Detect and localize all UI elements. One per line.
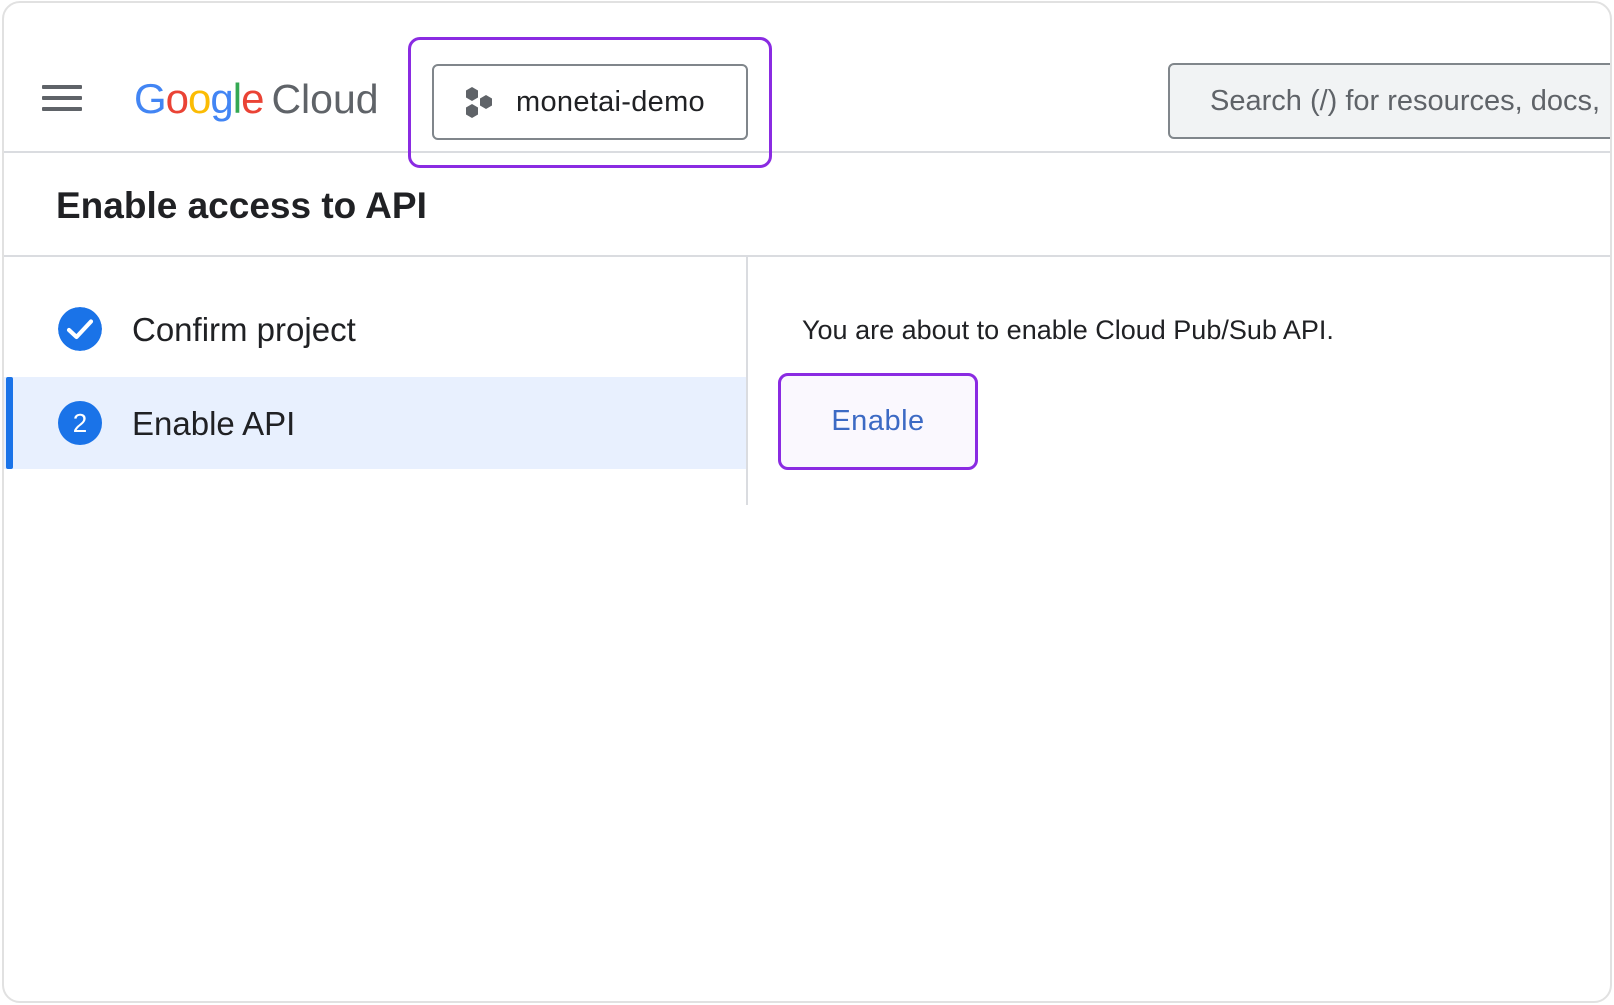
hamburger-icon-line [42,107,82,111]
page-title: Enable access to API [56,185,427,226]
enable-button[interactable]: Enable [778,373,978,470]
project-name-label: monetai-demo [516,86,705,118]
title-bar: Enable access to API [4,153,1610,257]
hamburger-icon-line [42,96,82,100]
main-menu-button[interactable] [42,83,84,113]
step-number-badge: 2 [58,401,102,445]
search-box[interactable] [1168,63,1610,139]
check-circle-icon [58,307,102,351]
step-enable-api[interactable]: 2 Enable API [4,377,746,469]
google-wordmark: Google [134,75,264,122]
google-cloud-logo[interactable]: Google Cloud [134,75,379,125]
step-label: Enable API [132,405,296,442]
enable-api-message: You are about to enable Cloud Pub/Sub AP… [802,315,1334,345]
cloud-wordmark: Cloud [271,76,379,122]
active-step-indicator [6,377,13,469]
step-label: Confirm project [132,311,356,348]
app-window: Google Cloud monetai-demo Enable access … [2,1,1612,1003]
hamburger-icon-line [42,85,82,89]
stepper: Confirm project 2 Enable API [4,257,748,505]
project-hexagons-icon [466,87,492,118]
top-header: Google Cloud monetai-demo [4,3,1610,168]
search-input[interactable] [1170,65,1610,137]
project-picker-button[interactable]: monetai-demo [432,64,748,140]
step-confirm-project[interactable]: Confirm project [4,283,746,375]
step-number: 2 [72,407,88,438]
